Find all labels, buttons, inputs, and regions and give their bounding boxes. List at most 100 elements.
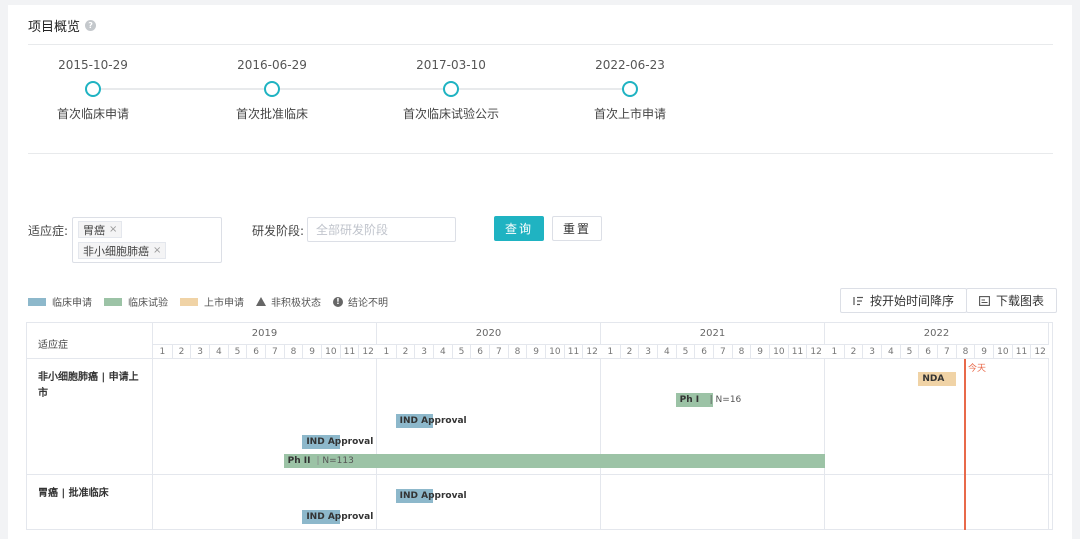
close-icon[interactable]: × (109, 224, 117, 235)
month-header: 9 (526, 345, 545, 359)
milestone-dot-icon (622, 81, 638, 97)
month-header: 7 (265, 345, 284, 359)
bar-label: NDA (922, 374, 945, 384)
triangle-icon (256, 297, 266, 306)
bar-label: IND Approval (306, 512, 374, 522)
month-header: 4 (209, 345, 228, 359)
year-header: 2019 (153, 323, 377, 345)
indication-select[interactable]: 胃癌 × 非小细胞肺癌 × (72, 217, 222, 263)
indication-label: 适应症: (28, 224, 69, 238)
milestone-label: 首次临床试验公示 (402, 107, 499, 121)
legend-label: 结论不明 (348, 298, 388, 309)
month-header: 5 (451, 345, 471, 359)
swatch-icon (28, 297, 46, 306)
help-icon[interactable]: ? (85, 20, 97, 31)
today-label: 今天 (968, 364, 987, 374)
month-header: 12 (358, 345, 377, 359)
close-icon[interactable]: × (153, 245, 161, 256)
sort-button[interactable]: 按开始时间降序 (840, 288, 968, 313)
month-header: 3 (638, 345, 657, 359)
legend: 临床申请 临床试验 上市申请 非积极状态 ! 结论不明 (28, 294, 400, 309)
month-header: 2 (619, 345, 639, 359)
swatch-icon (180, 297, 198, 306)
month-header: 5 (675, 345, 695, 359)
milestone-date: 2022-06-23 (595, 58, 665, 72)
month-header: 8 (283, 345, 303, 359)
download-button[interactable]: 下载图表 (966, 288, 1058, 313)
month-header: 7 (713, 345, 732, 359)
month-header: 10 (993, 345, 1012, 359)
legend-label: 非积极状态 (271, 298, 321, 309)
row-divider (27, 474, 1052, 475)
milestone-date: 2015-10-29 (58, 58, 128, 72)
month-header: 9 (750, 345, 769, 359)
bar-note: N=113 (317, 456, 353, 466)
query-button[interactable]: 查询 (494, 216, 544, 241)
month-header: 9 (302, 345, 321, 359)
month-header: 3 (862, 345, 881, 359)
month-header: 1 (153, 345, 172, 359)
month-header: 2 (843, 345, 863, 359)
tag-label: 胃癌 (83, 223, 105, 237)
milestone-dot-icon (264, 81, 280, 97)
page-title: 项目概览 (28, 20, 81, 35)
year-gridline (376, 359, 377, 530)
legend-item: ! 结论不明 (333, 294, 388, 309)
month-header: 1 (601, 345, 620, 359)
month-header: 7 (489, 345, 508, 359)
reset-button[interactable]: 重置 (552, 216, 602, 241)
year-gridline (1048, 359, 1049, 530)
month-header: 2 (395, 345, 415, 359)
timeline-bar[interactable]: Ph II N=113 (283, 454, 825, 468)
legend-item: 临床试验 (104, 294, 168, 309)
month-header: 11 (563, 345, 583, 359)
exclamation-icon: ! (333, 296, 343, 307)
bar-note: | N=16 (709, 395, 742, 405)
milestone-label: 首次临床申请 (56, 107, 129, 121)
milestone-date: 2017-03-10 (416, 58, 486, 72)
milestone-label: 首次批准临床 (235, 107, 308, 121)
milestone-track (93, 88, 629, 90)
month-header: 8 (731, 345, 751, 359)
year-header: 2022 (825, 323, 1049, 345)
month-header: 4 (881, 345, 900, 359)
legend-label: 临床试验 (128, 298, 168, 309)
month-header: 3 (414, 345, 433, 359)
today-marker (964, 359, 966, 530)
milestone-dot-icon (443, 81, 459, 97)
sort-button-label: 按开始时间降序 (870, 294, 955, 308)
project-overview-card: 项目概览 ? 2015-10-29 首次临床申请 2016-06-29 首次批准… (8, 5, 1072, 539)
month-header: 6 (918, 345, 937, 359)
month-header: 5 (899, 345, 919, 359)
month-header: 1 (825, 345, 844, 359)
month-header: 11 (787, 345, 807, 359)
legend-label: 临床申请 (52, 298, 92, 309)
month-header: 12 (582, 345, 601, 359)
indication-tag: 胃癌 × (78, 221, 123, 238)
download-button-label: 下载图表 (996, 294, 1045, 308)
stage-input[interactable] (307, 217, 456, 242)
bar-label: IND Approval (399, 416, 467, 426)
year-gridline (824, 359, 825, 530)
month-header: 2 (171, 345, 191, 359)
sort-desc-icon (853, 296, 863, 305)
month-header: 5 (227, 345, 247, 359)
month-header: 3 (190, 345, 209, 359)
bar-label: IND Approval (306, 437, 374, 447)
legend-item: 非积极状态 (256, 294, 321, 309)
tag-label: 非小细胞肺癌 (83, 244, 149, 258)
year-header: 2021 (601, 323, 825, 345)
stage-label: 研发阶段: (252, 224, 305, 238)
indication-tag: 非小细胞肺癌 × (78, 242, 167, 259)
swatch-icon (104, 297, 122, 306)
milestone-date: 2016-06-29 (237, 58, 307, 72)
row-label: 胃癌 | 批准临床 (27, 475, 153, 530)
milestone-dot-icon (85, 81, 101, 97)
milestone-label: 首次上市申请 (593, 107, 666, 121)
month-header: 6 (470, 345, 489, 359)
year-gridline (600, 359, 601, 530)
gantt-chart: 适应症 非小细胞肺癌 | 申请上市 胃癌 | 批准临床 2019 1 2 3 4 5 6 7 8… (26, 322, 1053, 530)
bar-label: Ph II (287, 456, 311, 466)
bar-label: IND Approval (399, 491, 467, 501)
month-header: 4 (657, 345, 676, 359)
